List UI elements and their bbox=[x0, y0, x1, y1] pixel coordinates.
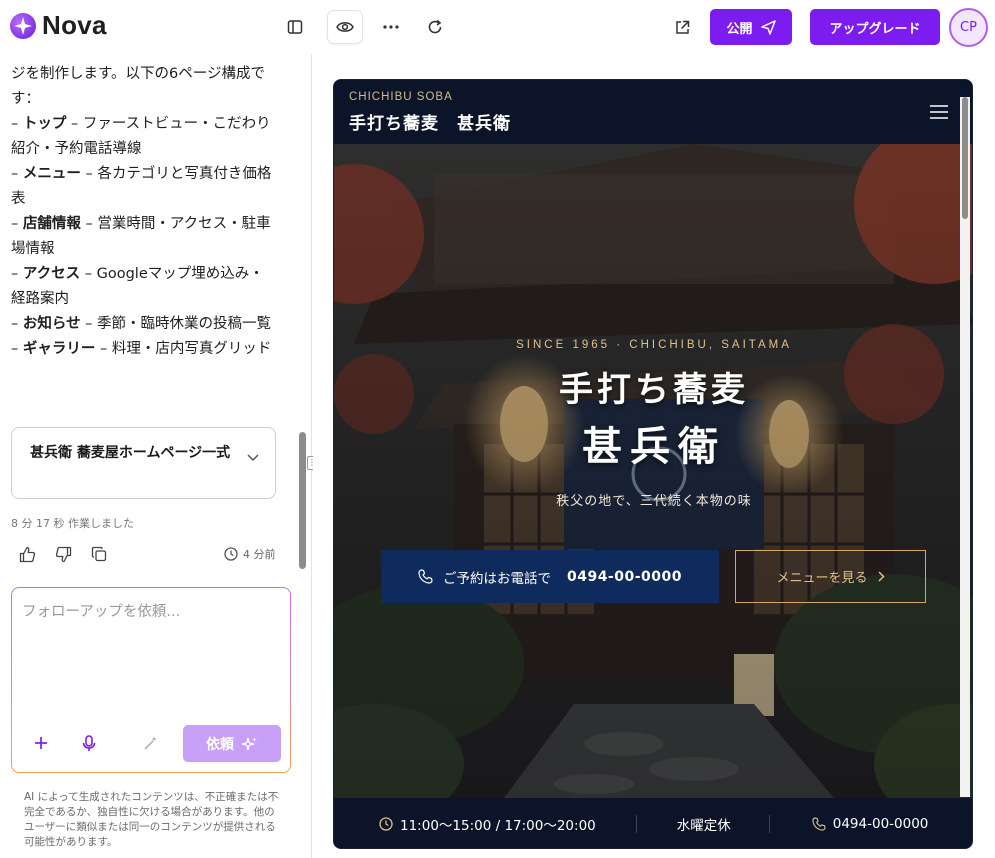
hero-title-line2: 甚兵衛 bbox=[582, 424, 726, 470]
mic-icon bbox=[82, 734, 96, 751]
info-phone[interactable]: 0494-00-0000 bbox=[812, 816, 929, 832]
time-ago: 4 分前 bbox=[243, 548, 276, 561]
message-line: – ギャラリー – 料理・店内写真グリッド bbox=[11, 341, 272, 357]
message-line-heading: 店舗情報 bbox=[22, 216, 81, 232]
copy-button[interactable] bbox=[90, 545, 108, 563]
app-logo[interactable]: Nova bbox=[10, 10, 107, 41]
message-line-text: ジを制作します。以下の6ページ構成です： bbox=[11, 66, 265, 107]
site-brand[interactable]: 手打ち蕎麦 甚兵衛 bbox=[349, 109, 511, 134]
preview-scrollbar-thumb[interactable] bbox=[962, 97, 968, 219]
upgrade-button[interactable]: アップグレード bbox=[810, 9, 940, 45]
ai-disclaimer: AI によって生成されたコンテンツは、不正確または不完全であるか、独自性に欠ける… bbox=[24, 791, 279, 848]
composer-input[interactable]: フォローアップを依頼... bbox=[22, 600, 180, 621]
view-menu-label: メニューを見る bbox=[776, 571, 868, 586]
feedback-actions bbox=[18, 545, 108, 563]
info-phone-text: 0494-00-0000 bbox=[832, 816, 929, 832]
thumbs-up-icon bbox=[19, 546, 35, 562]
worked-time: 8 分 17 秒 作業しました bbox=[11, 517, 134, 530]
info-hours-text: 11:00〜15:00 / 17:00〜20:00 bbox=[400, 818, 596, 834]
info-closed-text: 水曜定休 bbox=[676, 818, 731, 834]
more-options-button[interactable] bbox=[374, 11, 408, 43]
refresh-icon bbox=[428, 19, 442, 34]
hero-eyebrow: SINCE 1965 · CHICHIBU, SAITAMA bbox=[516, 339, 792, 351]
site-preview: CHICHIBU SOBA 手打ち蕎麦 甚兵衛 SINCE 1965 · CHI… bbox=[333, 79, 973, 849]
view-menu-button[interactable]: メニューを見る bbox=[735, 550, 926, 603]
sparkle-icon bbox=[242, 736, 257, 750]
hero-section: SINCE 1965 · CHICHIBU, SAITAMA 手打ち蕎麦 甚兵衛… bbox=[334, 144, 972, 798]
site-header: CHICHIBU SOBA 手打ち蕎麦 甚兵衛 bbox=[334, 80, 972, 144]
clock-icon bbox=[224, 547, 238, 561]
assistant-message: ジを制作します。以下の6ページ構成です： – トップ – ファーストビュー・こだわ… bbox=[11, 62, 273, 362]
preview-scrollbar[interactable] bbox=[960, 97, 970, 797]
thumbs-down-icon bbox=[55, 546, 71, 562]
open-external-button[interactable] bbox=[665, 11, 699, 43]
preview-panel: CHICHIBU SOBA 手打ち蕎麦 甚兵衛 SINCE 1965 · CHI… bbox=[313, 54, 995, 858]
chat-panel: ジを制作します。以下の6ページ構成です： – トップ – ファーストビュー・こだわ… bbox=[0, 54, 317, 858]
chat-scrollbar[interactable] bbox=[299, 432, 306, 569]
attach-button[interactable] bbox=[32, 734, 50, 752]
message-line-text: – 料理・店内写真グリッド bbox=[95, 341, 272, 357]
clock-icon bbox=[379, 817, 393, 831]
copy-icon bbox=[91, 546, 107, 562]
publish-button[interactable]: 公開 bbox=[710, 9, 792, 45]
user-avatar[interactable]: CP bbox=[949, 8, 988, 47]
hero-subtitle: 秩父の地で、三代続く本物の味 bbox=[556, 494, 752, 509]
send-label: 依頼 bbox=[206, 736, 234, 753]
message-line: – メニュー – 各カテゴリと写真付き価格表 bbox=[11, 166, 272, 207]
message-line-heading: メニュー bbox=[22, 166, 81, 182]
magic-wand-icon bbox=[144, 736, 157, 750]
reserve-call-number: 0494-00-0000 bbox=[566, 568, 683, 585]
preview-toggle-button[interactable] bbox=[328, 11, 362, 43]
refresh-button[interactable] bbox=[418, 11, 452, 43]
composer-tools bbox=[32, 734, 160, 752]
chevron-right-icon bbox=[877, 571, 885, 582]
avatar-initials: CP bbox=[960, 20, 977, 35]
hamburger-icon[interactable] bbox=[930, 105, 948, 119]
message-line: – アクセス – Googleマップ埋め込み・経路案内 bbox=[11, 266, 264, 307]
voice-input-button[interactable] bbox=[80, 734, 98, 752]
message-timestamp: 4 分前 bbox=[224, 546, 276, 562]
enhance-prompt-button[interactable] bbox=[142, 734, 160, 752]
chevron-down-icon bbox=[247, 454, 259, 462]
external-link-icon bbox=[675, 20, 689, 34]
message-line: – お知らせ – 季節・臨時休業の投稿一覧 bbox=[11, 316, 272, 332]
phone-icon bbox=[812, 817, 826, 831]
phone-icon bbox=[418, 569, 433, 584]
message-line: – 店舗情報 – 営業時間・アクセス・駐車場情報 bbox=[11, 216, 271, 257]
plus-icon bbox=[35, 737, 47, 749]
sidebar-toggle-icon bbox=[287, 20, 303, 34]
composer[interactable]: フォローアップを依頼... 依頼 bbox=[11, 587, 291, 773]
info-hours: 11:00〜15:00 / 17:00〜20:00 bbox=[379, 814, 596, 834]
message-line-heading: アクセス bbox=[22, 266, 81, 282]
thumbs-down-button[interactable] bbox=[54, 545, 72, 563]
info-divider bbox=[768, 815, 770, 833]
message-line-heading: トップ bbox=[22, 116, 67, 132]
message-line-text: – 季節・臨時休業の投稿一覧 bbox=[80, 316, 272, 332]
site-brand-subtitle: CHICHIBU SOBA bbox=[349, 91, 453, 103]
message-line: ジを制作します。以下の6ページ構成です： bbox=[11, 62, 273, 112]
send-icon bbox=[760, 19, 776, 35]
info-bar: 11:00〜15:00 / 17:00〜20:00 水曜定休 0494-00-0… bbox=[334, 798, 972, 848]
hero-title-line1: 手打ち蕎麦 bbox=[559, 370, 749, 410]
more-icon bbox=[383, 25, 399, 29]
reserve-call-button[interactable]: ご予約はお電話で 0494-00-0000 bbox=[381, 550, 719, 603]
eye-icon bbox=[336, 22, 354, 32]
sidebar-toggle-button[interactable] bbox=[278, 11, 312, 43]
artifact-title: 甚兵衛 蕎麦屋ホームページ一式 bbox=[30, 445, 231, 461]
nova-logo-icon bbox=[10, 12, 36, 39]
message-line: – トップ – ファーストビュー・こだわり紹介・予約電話導線 bbox=[11, 116, 271, 157]
app-name: Nova bbox=[42, 10, 107, 40]
info-closed: 水曜定休 bbox=[677, 814, 731, 834]
info-divider bbox=[635, 815, 637, 833]
top-bar: Nova 公開 アップグレード CP bbox=[0, 0, 995, 54]
send-button[interactable]: 依頼 bbox=[183, 725, 281, 762]
reserve-call-label: ご予約はお電話で bbox=[442, 570, 551, 587]
artifact-card[interactable]: 甚兵衛 蕎麦屋ホームページ一式 bbox=[11, 427, 276, 499]
upgrade-label: アップグレード bbox=[829, 21, 921, 37]
message-line-heading: お知らせ bbox=[22, 316, 81, 332]
thumbs-up-button[interactable] bbox=[18, 545, 36, 563]
message-line-heading: ギャラリー bbox=[22, 341, 96, 357]
publish-label: 公開 bbox=[726, 21, 753, 37]
